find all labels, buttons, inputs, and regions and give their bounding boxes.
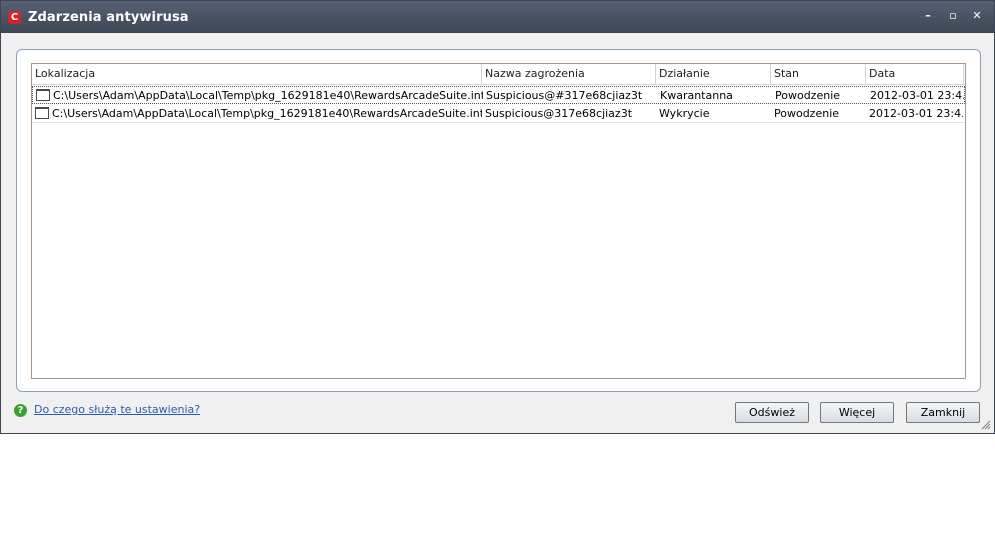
column-header-status[interactable]: Stan bbox=[771, 64, 866, 84]
resize-grip-icon[interactable] bbox=[981, 420, 991, 430]
column-header-action[interactable]: Działanie bbox=[656, 64, 771, 84]
row-date: 2012-03-01 23:4... bbox=[870, 89, 964, 102]
row-status: Powodzenie bbox=[775, 89, 841, 102]
more-button[interactable]: Więcej bbox=[820, 402, 894, 423]
column-header-date[interactable]: Data bbox=[866, 64, 964, 84]
file-icon bbox=[36, 89, 50, 101]
maximize-icon[interactable]: ▫ bbox=[944, 9, 962, 25]
app-logo-icon: C bbox=[8, 11, 21, 24]
minimize-icon[interactable]: – bbox=[919, 9, 937, 25]
column-header-location[interactable]: Lokalizacja bbox=[32, 64, 482, 84]
list-header: Lokalizacja Nazwa zagrożenia Działanie S… bbox=[32, 64, 965, 85]
row-location-cell: C:\Users\Adam\AppData\Local\Temp\pkg_162… bbox=[32, 105, 482, 123]
table-row[interactable]: C:\Users\Adam\AppData\Local\Temp\pkg_162… bbox=[32, 105, 965, 123]
row-threat: Suspicious@317e68cjiaz3t bbox=[485, 107, 633, 120]
antivirus-events-window: C Zdarzenia antywirusa – ▫ ✕ Lokalizacja… bbox=[0, 0, 995, 434]
row-location: C:\Users\Adam\AppData\Local\Temp\pkg_162… bbox=[52, 107, 482, 120]
row-location: C:\Users\Adam\AppData\Local\Temp\pkg_162… bbox=[53, 89, 483, 102]
close-button[interactable]: Zamknij bbox=[906, 402, 980, 423]
row-threat: Suspicious@#317e68cjiaz3t bbox=[486, 89, 643, 102]
events-panel: Lokalizacja Nazwa zagrożenia Działanie S… bbox=[16, 49, 981, 392]
window-title: Zdarzenia antywirusa bbox=[28, 10, 189, 25]
events-list[interactable]: Lokalizacja Nazwa zagrożenia Działanie S… bbox=[31, 63, 966, 379]
table-row[interactable]: C:\Users\Adam\AppData\Local\Temp\pkg_162… bbox=[32, 86, 965, 104]
file-icon bbox=[35, 107, 49, 119]
row-action: Wykrycie bbox=[659, 107, 710, 120]
row-action: Kwarantanna bbox=[660, 89, 733, 102]
help-icon: ? bbox=[14, 404, 27, 417]
row-location-cell: C:\Users\Adam\AppData\Local\Temp\pkg_162… bbox=[33, 87, 483, 105]
close-icon[interactable]: ✕ bbox=[968, 9, 986, 25]
refresh-button[interactable]: Odśwież bbox=[735, 402, 809, 423]
row-date: 2012-03-01 23:4... bbox=[869, 107, 963, 120]
row-status: Powodzenie bbox=[774, 107, 840, 120]
column-header-threat-name[interactable]: Nazwa zagrożenia bbox=[482, 64, 656, 84]
title-bar[interactable]: C Zdarzenia antywirusa – ▫ ✕ bbox=[1, 1, 994, 33]
help-link[interactable]: Do czego służą te ustawienia? bbox=[34, 403, 200, 416]
